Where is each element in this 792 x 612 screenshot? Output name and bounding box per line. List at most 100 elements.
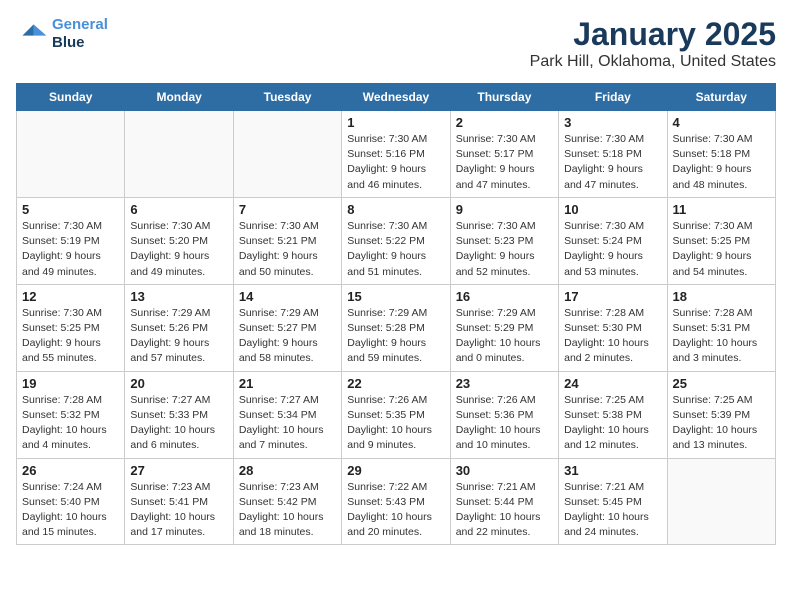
logo: General Blue	[16, 16, 108, 52]
page-header: General Blue January 2025 Park Hill, Okl…	[16, 16, 776, 71]
day-number: 17	[564, 289, 661, 304]
day-info: Sunrise: 7:30 AMSunset: 5:18 PMDaylight:…	[564, 132, 661, 193]
day-info: Sunrise: 7:29 AMSunset: 5:26 PMDaylight:…	[130, 306, 227, 367]
calendar-cell: 17 Sunrise: 7:28 AMSunset: 5:30 PMDayligh…	[559, 284, 667, 371]
weekday-header-friday: Friday	[559, 84, 667, 111]
day-info: Sunrise: 7:25 AMSunset: 5:38 PMDaylight:…	[564, 393, 661, 454]
calendar-cell: 27Sunrise: 7:23 AMSunset: 5:41 PMDayligh…	[125, 458, 233, 545]
day-number: 9	[456, 202, 553, 217]
day-number: 12	[22, 289, 119, 304]
day-info: Sunrise: 7:30 AMSunset: 5:17 PMDaylight:…	[456, 132, 553, 193]
day-info: Sunrise: 7:30 AMSunset: 5:18 PMDaylight:…	[673, 132, 770, 193]
day-number: 27	[130, 463, 227, 478]
day-info: Sunrise: 7:27 AMSunset: 5:34 PMDaylight:…	[239, 393, 336, 454]
week-row-1: 1 Sunrise: 7:30 AMSunset: 5:16 PMDaylight…	[17, 111, 776, 198]
day-number: 11	[673, 202, 770, 217]
title-block: January 2025 Park Hill, Oklahoma, United…	[530, 16, 776, 71]
calendar-cell: 24Sunrise: 7:25 AMSunset: 5:38 PMDayligh…	[559, 371, 667, 458]
calendar-cell	[125, 111, 233, 198]
day-number: 10	[564, 202, 661, 217]
calendar-cell: 11 Sunrise: 7:30 AMSunset: 5:25 PMDayligh…	[667, 197, 775, 284]
day-info: Sunrise: 7:28 AMSunset: 5:30 PMDaylight:…	[564, 306, 661, 367]
calendar-cell: 1 Sunrise: 7:30 AMSunset: 5:16 PMDaylight…	[342, 111, 450, 198]
day-number: 3	[564, 115, 661, 130]
weekday-header-thursday: Thursday	[450, 84, 558, 111]
weekday-header-row: SundayMondayTuesdayWednesdayThursdayFrid…	[17, 84, 776, 111]
calendar-cell: 5 Sunrise: 7:30 AMSunset: 5:19 PMDaylight…	[17, 197, 125, 284]
calendar-cell: 10 Sunrise: 7:30 AMSunset: 5:24 PMDayligh…	[559, 197, 667, 284]
day-number: 25	[673, 376, 770, 391]
day-info: Sunrise: 7:23 AMSunset: 5:42 PMDaylight:…	[239, 480, 336, 541]
calendar-cell: 19Sunrise: 7:28 AMSunset: 5:32 PMDayligh…	[17, 371, 125, 458]
day-number: 22	[347, 376, 444, 391]
day-number: 1	[347, 115, 444, 130]
day-info: Sunrise: 7:22 AMSunset: 5:43 PMDaylight:…	[347, 480, 444, 541]
day-info: Sunrise: 7:29 AMSunset: 5:29 PMDaylight:…	[456, 306, 553, 367]
day-info: Sunrise: 7:26 AMSunset: 5:36 PMDaylight:…	[456, 393, 553, 454]
day-number: 7	[239, 202, 336, 217]
calendar-cell: 9 Sunrise: 7:30 AMSunset: 5:23 PMDaylight…	[450, 197, 558, 284]
day-number: 20	[130, 376, 227, 391]
day-info: Sunrise: 7:25 AMSunset: 5:39 PMDaylight:…	[673, 393, 770, 454]
day-info: Sunrise: 7:30 AMSunset: 5:19 PMDaylight:…	[22, 219, 119, 280]
day-info: Sunrise: 7:29 AMSunset: 5:27 PMDaylight:…	[239, 306, 336, 367]
day-info: Sunrise: 7:30 AMSunset: 5:20 PMDaylight:…	[130, 219, 227, 280]
day-number: 18	[673, 289, 770, 304]
calendar-cell	[667, 458, 775, 545]
calendar-cell: 29 Sunrise: 7:22 AMSunset: 5:43 PMDayligh…	[342, 458, 450, 545]
day-info: Sunrise: 7:26 AMSunset: 5:35 PMDaylight:…	[347, 393, 444, 454]
week-row-5: 26 Sunrise: 7:24 AMSunset: 5:40 PMDayligh…	[17, 458, 776, 545]
weekday-header-sunday: Sunday	[17, 84, 125, 111]
calendar-cell: 20 Sunrise: 7:27 AMSunset: 5:33 PMDayligh…	[125, 371, 233, 458]
calendar-cell: 25 Sunrise: 7:25 AMSunset: 5:39 PMDayligh…	[667, 371, 775, 458]
page-title: January 2025	[530, 16, 776, 53]
day-number: 29	[347, 463, 444, 478]
day-number: 8	[347, 202, 444, 217]
calendar-cell: 7 Sunrise: 7:30 AMSunset: 5:21 PMDaylight…	[233, 197, 341, 284]
calendar-cell: 2Sunrise: 7:30 AMSunset: 5:17 PMDaylight…	[450, 111, 558, 198]
day-info: Sunrise: 7:21 AMSunset: 5:44 PMDaylight:…	[456, 480, 553, 541]
calendar-cell: 3 Sunrise: 7:30 AMSunset: 5:18 PMDaylight…	[559, 111, 667, 198]
week-row-2: 5 Sunrise: 7:30 AMSunset: 5:19 PMDaylight…	[17, 197, 776, 284]
weekday-header-tuesday: Tuesday	[233, 84, 341, 111]
calendar-cell	[233, 111, 341, 198]
day-number: 6	[130, 202, 227, 217]
calendar-cell: 8 Sunrise: 7:30 AMSunset: 5:22 PMDaylight…	[342, 197, 450, 284]
calendar-cell: 15 Sunrise: 7:29 AMSunset: 5:28 PMDayligh…	[342, 284, 450, 371]
day-number: 13	[130, 289, 227, 304]
day-number: 31	[564, 463, 661, 478]
weekday-header-wednesday: Wednesday	[342, 84, 450, 111]
day-number: 30	[456, 463, 553, 478]
calendar-table: SundayMondayTuesdayWednesdayThursdayFrid…	[16, 83, 776, 545]
day-info: Sunrise: 7:27 AMSunset: 5:33 PMDaylight:…	[130, 393, 227, 454]
day-number: 21	[239, 376, 336, 391]
day-number: 16	[456, 289, 553, 304]
day-number: 4	[673, 115, 770, 130]
day-info: Sunrise: 7:30 AMSunset: 5:22 PMDaylight:…	[347, 219, 444, 280]
week-row-3: 12 Sunrise: 7:30 AMSunset: 5:25 PMDayligh…	[17, 284, 776, 371]
calendar-cell: 12 Sunrise: 7:30 AMSunset: 5:25 PMDayligh…	[17, 284, 125, 371]
day-info: Sunrise: 7:30 AMSunset: 5:24 PMDaylight:…	[564, 219, 661, 280]
day-info: Sunrise: 7:24 AMSunset: 5:40 PMDaylight:…	[22, 480, 119, 541]
day-info: Sunrise: 7:30 AMSunset: 5:25 PMDaylight:…	[673, 219, 770, 280]
calendar-cell: 28Sunrise: 7:23 AMSunset: 5:42 PMDayligh…	[233, 458, 341, 545]
day-number: 19	[22, 376, 119, 391]
day-info: Sunrise: 7:30 AMSunset: 5:25 PMDaylight:…	[22, 306, 119, 367]
day-info: Sunrise: 7:30 AMSunset: 5:21 PMDaylight:…	[239, 219, 336, 280]
day-number: 5	[22, 202, 119, 217]
weekday-header-monday: Monday	[125, 84, 233, 111]
calendar-cell: 26 Sunrise: 7:24 AMSunset: 5:40 PMDayligh…	[17, 458, 125, 545]
page-subtitle: Park Hill, Oklahoma, United States	[530, 53, 776, 71]
week-row-4: 19Sunrise: 7:28 AMSunset: 5:32 PMDayligh…	[17, 371, 776, 458]
day-info: Sunrise: 7:29 AMSunset: 5:28 PMDaylight:…	[347, 306, 444, 367]
calendar-cell: 18 Sunrise: 7:28 AMSunset: 5:31 PMDayligh…	[667, 284, 775, 371]
day-number: 23	[456, 376, 553, 391]
day-number: 26	[22, 463, 119, 478]
calendar-cell: 23 Sunrise: 7:26 AMSunset: 5:36 PMDayligh…	[450, 371, 558, 458]
day-info: Sunrise: 7:30 AMSunset: 5:16 PMDaylight:…	[347, 132, 444, 193]
calendar-cell: 21 Sunrise: 7:27 AMSunset: 5:34 PMDayligh…	[233, 371, 341, 458]
day-info: Sunrise: 7:30 AMSunset: 5:23 PMDaylight:…	[456, 219, 553, 280]
day-info: Sunrise: 7:28 AMSunset: 5:31 PMDaylight:…	[673, 306, 770, 367]
logo-icon	[16, 18, 48, 50]
day-number: 15	[347, 289, 444, 304]
